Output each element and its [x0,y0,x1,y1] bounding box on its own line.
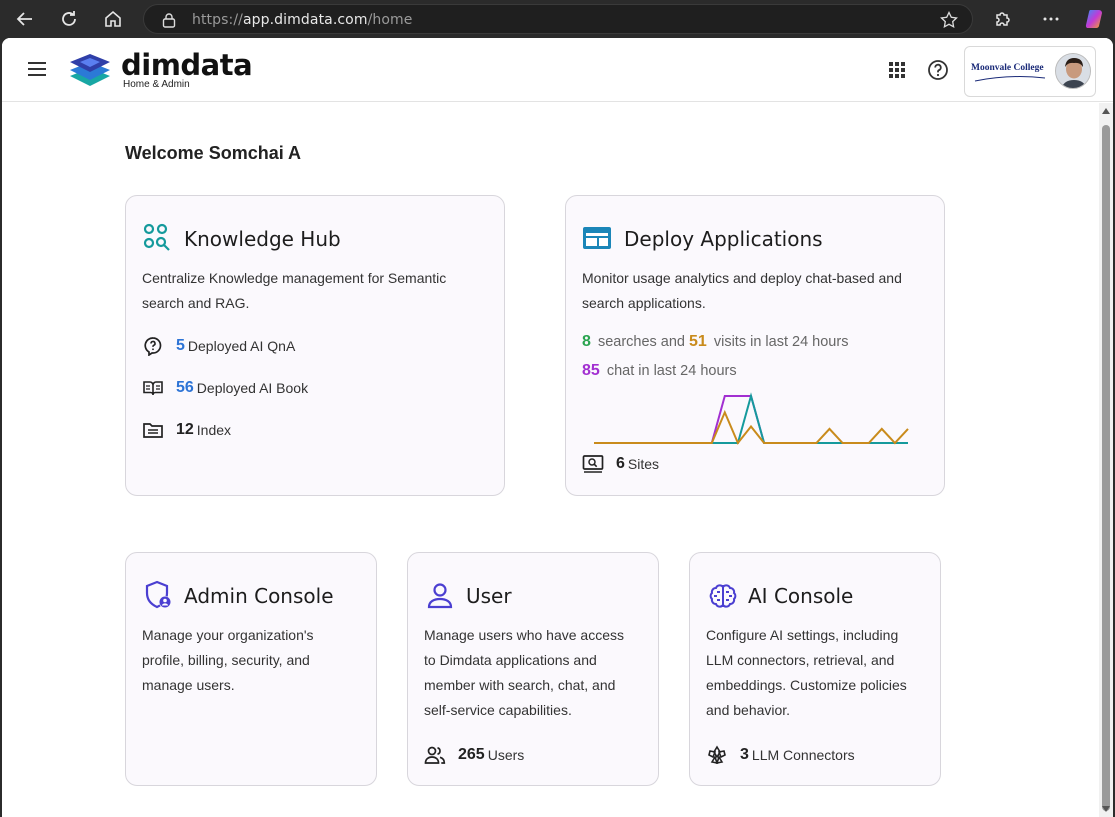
college-name: Moonvale College [971,63,1044,73]
card-description: Monitor usage analytics and deploy chat-… [582,270,902,311]
browser-toolbar: https://app.dimdata.com/home [0,0,1115,38]
stat-value: 3 [740,746,749,763]
copilot-icon [1085,10,1102,29]
help-button[interactable] [927,59,949,86]
card-title: Admin Console [184,584,334,608]
stat-label: Deployed AI QnA [187,338,296,354]
address-bar[interactable]: https://app.dimdata.com/home [143,4,973,34]
card-description: Centralize Knowledge management for Sema… [142,270,447,311]
user-person-icon [427,583,453,609]
back-button[interactable] [12,6,38,32]
site-monitor-icon [582,453,604,475]
hamburger-menu-button[interactable] [26,60,48,83]
dashboard-window-icon [583,227,611,249]
stat-ai-qna[interactable]: 5 Deployed AI QnA [142,335,295,357]
app-window: dimdata Home & Admin Moonvale College We… [2,38,1113,817]
app-header: dimdata Home & Admin Moonvale College [2,38,1113,102]
deploy-applications-card[interactable]: Deploy Applications Monitor usage analyt… [565,195,945,496]
logo-text[interactable]: dimdata [121,48,253,82]
stat-value: 265 [458,746,485,763]
ai-console-card[interactable]: AI Console Configure AI settings, includ… [689,552,941,786]
open-book-icon [142,377,164,399]
stat-label: Index [196,422,232,438]
admin-shield-icon [145,580,171,609]
refresh-icon [62,11,76,26]
search-visit-summary: 8 searches and 51 visits in last 24 hour… [582,333,848,351]
stat-value: 56 [176,379,194,396]
sparkline-series-1 [594,392,908,444]
stat-label: Deployed AI Book [196,380,309,396]
card-title: AI Console [748,584,854,608]
stat-sites[interactable]: 6 Sites [582,453,659,475]
chats-label: chat in last 24 hours [606,363,737,379]
avatar[interactable] [1055,53,1091,89]
card-title: Deploy Applications [624,227,823,251]
home-icon [105,10,121,27]
vertical-scrollbar[interactable] [1099,103,1113,817]
stat-value: 5 [176,337,185,354]
back-arrow-icon [16,12,32,26]
usage-sparkline-chart [594,392,909,445]
puzzle-icon [996,12,1010,26]
scroll-down-arrow-icon[interactable] [1102,806,1110,812]
ai-brain-icon [709,584,737,608]
user-card[interactable]: User Manage users who have access to Dim… [407,552,659,786]
dimdata-logo-icon [70,54,110,86]
stat-label: Sites [627,456,660,472]
stat-llm-connectors[interactable]: 3 LLM Connectors [706,744,855,766]
copilot-button[interactable] [1081,6,1107,32]
stat-label: LLM Connectors [751,747,855,763]
knowledge-hub-icon [143,223,170,251]
url-text: https://app.dimdata.com/home [192,12,413,28]
chats-count: 85 [582,362,600,379]
visits-label: visits in last 24 hours [713,334,849,350]
visits-count: 51 [689,333,707,350]
folder-icon [142,419,164,441]
card-title: Knowledge Hub [184,227,341,251]
favorite-star-icon[interactable] [940,11,958,29]
stat-value: 6 [616,455,625,472]
apps-grid-icon [889,62,905,78]
users-group-icon [424,744,446,766]
chat-summary: 85 chat in last 24 hours [582,362,737,380]
college-swoosh-icon [974,76,1046,82]
lock-icon [162,13,176,28]
card-description: Manage users who have access to Dimdata … [424,627,624,718]
user-photo-icon [1056,54,1090,88]
stat-value: 12 [176,421,194,438]
refresh-button[interactable] [56,6,82,32]
home-button[interactable] [100,6,126,32]
ai-logo-icon [706,744,728,766]
scrollbar-thumb[interactable] [1102,125,1110,811]
scroll-up-arrow-icon[interactable] [1102,108,1110,114]
main-content: Welcome Somchai A Knowledge Hub Centrali… [2,103,1099,817]
stat-users[interactable]: 265 Users [424,744,524,766]
logo-mark [66,50,114,95]
card-description: Manage your organization's profile, bill… [142,627,314,693]
stat-index[interactable]: 12 Index [142,419,231,441]
sparkline-series-2 [594,409,909,445]
apps-grid-button[interactable] [888,61,906,84]
card-description: Configure AI settings, including LLM con… [706,627,907,718]
sparkline-series-0 [594,395,908,444]
question-bubble-icon [142,335,164,357]
welcome-heading: Welcome Somchai A [125,143,302,163]
card-title: User [466,584,512,608]
help-circle-icon [928,60,948,80]
logo-subtitle: Home & Admin [123,79,190,90]
account-switcher[interactable]: Moonvale College [964,46,1096,97]
extensions-button[interactable] [990,6,1016,32]
knowledge-hub-card[interactable]: Knowledge Hub Centralize Knowledge manag… [125,195,505,496]
hamburger-icon [28,62,46,76]
admin-console-card[interactable]: Admin Console Manage your organization's… [125,552,377,786]
searches-count: 8 [582,333,591,350]
stat-ai-book[interactable]: 56 Deployed AI Book [142,377,308,399]
searches-label: searches and [597,334,685,350]
more-dots-icon [1043,17,1059,21]
more-menu-button[interactable] [1038,6,1064,32]
stat-label: Users [487,747,525,763]
